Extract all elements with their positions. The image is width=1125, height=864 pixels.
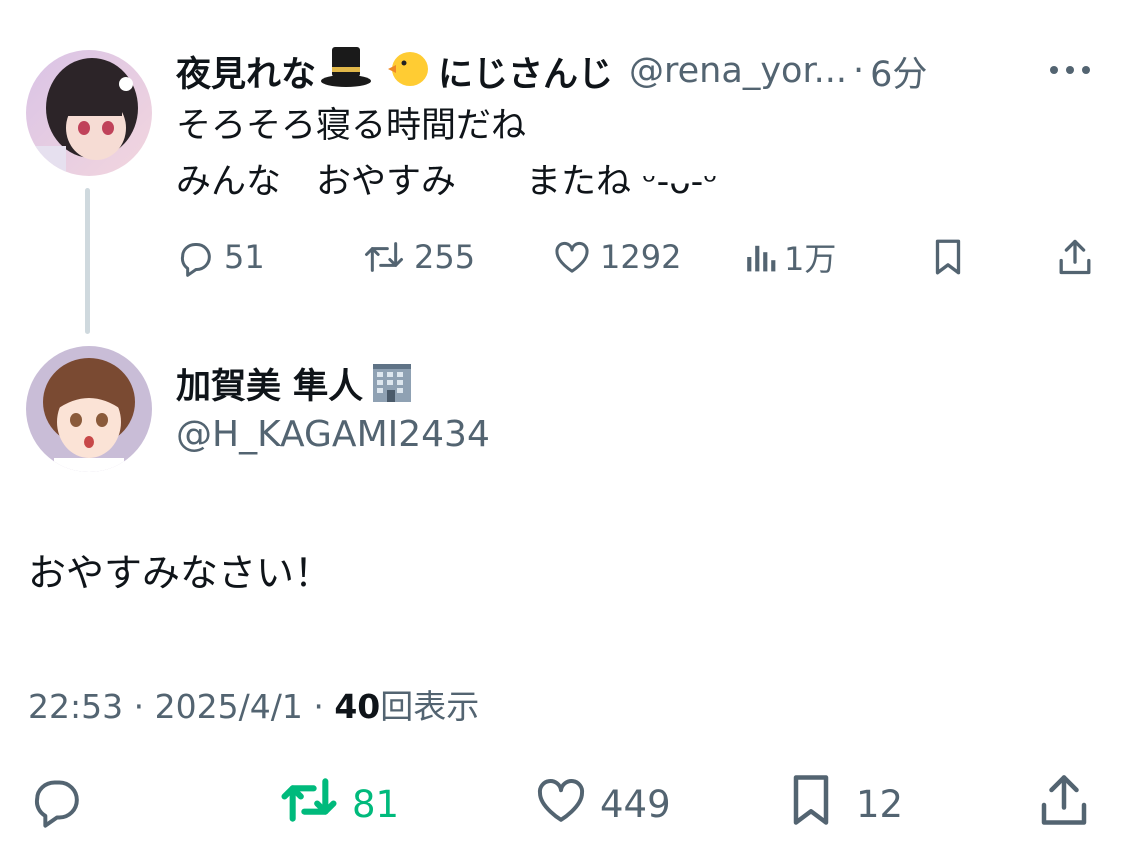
reply-share-button[interactable] bbox=[1036, 774, 1092, 834]
parent-tweet-line1: そろそろ寝る時間だね bbox=[176, 106, 527, 146]
meta-separator: · bbox=[133, 687, 145, 726]
parent-retweet-button[interactable]: 255 bbox=[362, 232, 475, 282]
more-dots-icon[interactable] bbox=[1046, 66, 1094, 74]
parent-display-name[interactable]: 夜見れな bbox=[176, 46, 316, 97]
parent-views-button[interactable]: 1万 bbox=[744, 232, 836, 282]
reply-view-count: 40 bbox=[334, 687, 381, 726]
reply-like-button[interactable]: 449 bbox=[532, 774, 671, 834]
parent-tweet-header: 夜見れな にじさんじ @rena_yor... · 6分 bbox=[176, 46, 927, 97]
reply-icon bbox=[176, 237, 216, 277]
reply-bookmark-count: 12 bbox=[856, 782, 904, 826]
reply-like-count: 449 bbox=[600, 782, 671, 826]
analytics-icon bbox=[744, 237, 776, 277]
office-building-icon bbox=[369, 358, 415, 408]
parent-like-button[interactable]: 1292 bbox=[552, 232, 681, 282]
meta-separator: · bbox=[313, 687, 324, 726]
parent-reply-button[interactable]: 51 bbox=[176, 232, 265, 282]
reply-retweet-button[interactable]: 81 bbox=[276, 774, 399, 834]
parent-share-button[interactable] bbox=[1056, 232, 1094, 282]
parent-tweet-line2: みんな おやすみ またね ᵕ-ᴗ-ᵕ bbox=[176, 162, 718, 202]
avatar-kagami[interactable] bbox=[26, 346, 152, 472]
parent-handle[interactable]: @rena_yor... bbox=[629, 51, 847, 91]
parent-time-ago[interactable]: 6分 bbox=[870, 46, 927, 97]
reply-display-name[interactable]: 加賀美 隼人 bbox=[176, 358, 363, 409]
reply-time[interactable]: 22:53 bbox=[28, 687, 123, 726]
share-icon bbox=[1036, 770, 1092, 839]
parent-like-count: 1292 bbox=[600, 238, 682, 276]
reply-name-row: 加賀美 隼人 bbox=[176, 356, 415, 410]
parent-bookmark-button[interactable] bbox=[930, 232, 966, 282]
reply-icon bbox=[28, 772, 86, 837]
parent-view-count: 1万 bbox=[784, 240, 837, 278]
reply-view-label: 回表示 bbox=[380, 687, 480, 726]
retweet-icon bbox=[362, 237, 406, 277]
heart-icon bbox=[532, 772, 590, 837]
avatar-rena[interactable] bbox=[26, 50, 152, 176]
parent-badge-text: にじさんじ bbox=[438, 54, 614, 95]
reply-retweet-count: 81 bbox=[352, 782, 400, 826]
heart-icon bbox=[552, 237, 592, 277]
reply-reply-button[interactable] bbox=[28, 774, 86, 834]
share-icon bbox=[1056, 236, 1094, 278]
reply-meta: 22:53 · 2025/4/1 · 40回表示 bbox=[28, 682, 479, 732]
bookmark-icon bbox=[786, 770, 836, 839]
bookmark-icon bbox=[930, 236, 966, 278]
reply-handle[interactable]: @H_KAGAMI2434 bbox=[176, 410, 490, 460]
parent-retweet-count: 255 bbox=[414, 238, 476, 276]
thread-line bbox=[85, 188, 90, 334]
reply-bookmark-button[interactable]: 12 bbox=[786, 774, 903, 834]
chick-icon bbox=[384, 45, 432, 98]
separator-dot: · bbox=[853, 51, 865, 91]
retweet-active-icon bbox=[276, 772, 342, 837]
reply-tweet-text: おやすみなさい！ bbox=[28, 551, 333, 595]
reply-date[interactable]: 2025/4/1 bbox=[155, 687, 303, 726]
parent-reply-count: 51 bbox=[224, 238, 265, 276]
top-hat-icon bbox=[320, 45, 372, 98]
